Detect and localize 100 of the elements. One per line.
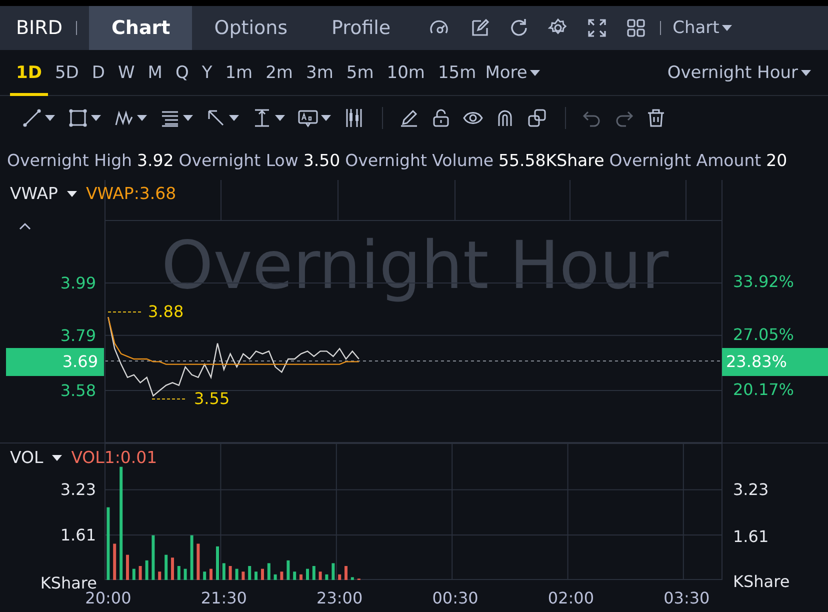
ticker-symbol: BIRD <box>15 17 64 39</box>
volume-bar <box>164 554 168 580</box>
period-tab[interactable]: 10m <box>380 50 431 96</box>
volume-bar <box>261 568 264 580</box>
arrow-icon[interactable] <box>206 108 226 128</box>
volume-bar <box>318 572 322 580</box>
period-tab[interactable]: 3m <box>300 50 340 96</box>
session-dropdown[interactable]: Overnight Hour <box>667 62 812 82</box>
period-tab[interactable]: M <box>142 50 168 96</box>
axis-tick-label: 3.58 <box>60 381 96 400</box>
pattern-icon[interactable] <box>114 108 134 128</box>
caret-icon[interactable] <box>182 113 194 123</box>
volume-tick: 1.61 <box>733 527 769 547</box>
period-tab[interactable]: 15m <box>432 50 482 96</box>
stat-value: 3.92 <box>137 150 174 170</box>
grid-layout-icon[interactable] <box>626 18 646 38</box>
edit-icon[interactable] <box>470 18 490 38</box>
stat-label: Overnight High <box>7 150 132 170</box>
volume-bar <box>267 563 270 580</box>
volume-bar <box>132 568 136 580</box>
caret-icon[interactable] <box>721 23 734 33</box>
volume-bar <box>350 577 354 580</box>
period-tab[interactable]: Q <box>169 50 195 96</box>
price-range-icon[interactable] <box>252 108 272 128</box>
unlock-icon[interactable] <box>431 108 451 128</box>
period-tab[interactable]: D <box>86 50 111 96</box>
stat-label: Overnight Low <box>178 150 298 170</box>
volume-bar <box>312 566 316 580</box>
caret-icon[interactable] <box>800 68 812 78</box>
volume-bar <box>248 566 252 580</box>
tab[interactable]: Profile <box>310 6 413 50</box>
volume-bar <box>210 568 212 580</box>
volume-bar <box>274 574 277 580</box>
volume-bar <box>177 566 180 580</box>
text-icon[interactable] <box>298 108 318 128</box>
caret-icon[interactable] <box>90 113 102 123</box>
stat-value: 55.58KShare <box>498 150 604 170</box>
volume-bar <box>306 568 309 580</box>
volume-bar <box>138 566 142 580</box>
chart-type-dropdown[interactable]: Chart <box>672 18 734 38</box>
volume-bar <box>228 566 232 580</box>
period-tab[interactable]: Y <box>196 50 218 96</box>
rectangle-icon[interactable] <box>68 108 88 128</box>
stat-value: 20 <box>766 150 788 170</box>
caret-icon[interactable] <box>136 113 148 123</box>
time-tick: 23:00 <box>316 588 363 608</box>
axis-tick-label: 3.99 <box>60 273 96 292</box>
tab[interactable]: Options <box>192 6 310 50</box>
volume-bar <box>145 560 148 580</box>
volume-bar <box>242 572 245 580</box>
volume-bar <box>235 568 238 580</box>
tab[interactable]: Chart <box>89 6 192 50</box>
indicator-dropdown[interactable]: VWAP <box>10 184 78 203</box>
volume-bar <box>113 544 116 580</box>
collapse-icon[interactable] <box>18 222 32 231</box>
caret-icon[interactable] <box>274 113 286 123</box>
period-tab[interactable]: 1D <box>10 50 48 96</box>
volume-bar <box>332 563 335 580</box>
pencil-icon[interactable] <box>399 108 419 128</box>
trend-line-icon[interactable] <box>22 108 42 128</box>
period-tab[interactable]: 5D <box>48 50 85 96</box>
period-tab[interactable]: 1m <box>219 50 259 96</box>
volume-bar <box>190 535 194 580</box>
caret-icon[interactable] <box>320 113 332 123</box>
volume-bar <box>280 572 284 580</box>
percent-tick: 27.05% <box>733 325 794 345</box>
volume-bar <box>286 560 290 580</box>
caret-icon[interactable] <box>44 113 56 123</box>
volume-bar <box>196 544 200 580</box>
volume-bar <box>254 572 258 580</box>
candlestick-icon[interactable] <box>344 108 364 128</box>
axis-tick-label: 3.79 <box>60 326 96 345</box>
caret-icon[interactable] <box>51 452 64 462</box>
volume-bar <box>158 572 162 580</box>
trash-icon[interactable] <box>646 108 666 128</box>
volume-bar <box>171 558 174 580</box>
percent-tick: 20.17% <box>733 380 794 400</box>
volume-bar <box>344 566 348 580</box>
period-tab[interactable]: 5m <box>340 50 380 96</box>
current-price-tag: 3.69 <box>6 348 104 376</box>
fullscreen-icon[interactable] <box>586 18 607 38</box>
volume-tick: KShare <box>733 572 790 592</box>
indicator-value: VOL1:0.01 <box>71 448 158 467</box>
more-dropdown[interactable]: More <box>485 62 542 82</box>
caret-icon[interactable] <box>228 113 240 123</box>
time-tick: 03:30 <box>664 588 710 608</box>
volume-bar <box>300 574 302 580</box>
volume-bar <box>203 572 206 580</box>
caret-icon[interactable] <box>66 188 78 198</box>
refresh-icon[interactable] <box>508 18 529 38</box>
volume-bar <box>216 546 219 580</box>
copy-icon[interactable] <box>527 108 547 128</box>
period-tab[interactable]: 2m <box>260 50 299 96</box>
high-price-label: 3.88 <box>148 302 184 322</box>
volume-bar <box>338 574 342 580</box>
period-tab[interactable]: W <box>112 50 141 96</box>
caret-icon[interactable] <box>529 68 542 78</box>
volume-bar <box>152 535 155 580</box>
indicator-dropdown[interactable]: VOL <box>10 448 64 467</box>
volume-bar <box>184 568 187 580</box>
